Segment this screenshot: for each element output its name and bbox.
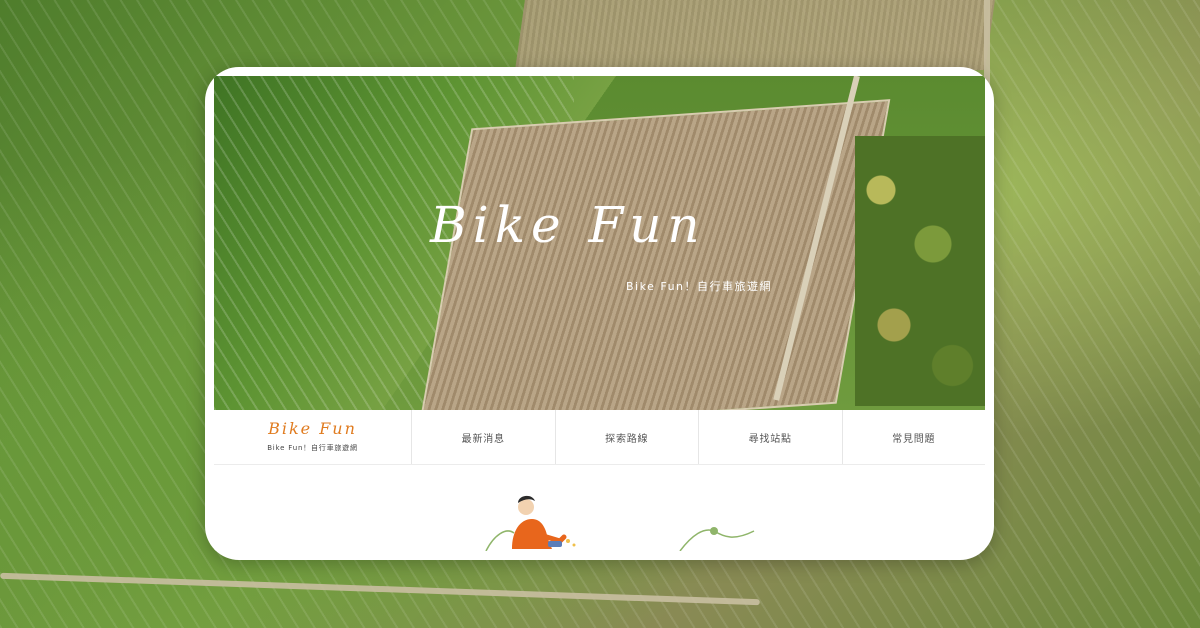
nav-brand[interactable]: Bike Fun Bike Fun！自行車旅遊網 xyxy=(214,410,412,464)
nav-brand-logo: Bike Fun xyxy=(268,419,357,438)
nav-item-explore-routes[interactable]: 探索路線 xyxy=(556,410,699,464)
illustration-canvas xyxy=(485,495,755,551)
green-swoosh-left xyxy=(485,530,515,551)
lower-illustration-area xyxy=(214,465,985,551)
hero-plowed-field xyxy=(417,99,891,410)
nav-item-find-stations[interactable]: 尋找站點 xyxy=(699,410,843,464)
hero-banner: Bike Fun Bike Fun！自行車旅遊網 xyxy=(214,76,985,410)
nav-item-faq[interactable]: 常見問題 xyxy=(843,410,986,464)
website-preview-card: Bike Fun Bike Fun！自行車旅遊網 Bike Fun Bike F… xyxy=(205,67,994,560)
nav-item-latest-news[interactable]: 最新消息 xyxy=(412,410,556,464)
background-plowed-field xyxy=(515,0,995,70)
hero-tagline: Bike Fun！自行車旅遊網 xyxy=(626,280,773,293)
hero-logo: Bike Fun xyxy=(430,196,706,254)
main-navigation: Bike Fun Bike Fun！自行車旅遊網 最新消息 探索路線 尋找站點 … xyxy=(214,410,985,465)
cyclist-icon xyxy=(512,495,576,549)
background-road xyxy=(0,572,760,606)
nav-brand-subtitle: Bike Fun！自行車旅遊網 xyxy=(267,444,358,452)
squiggle-dot xyxy=(710,527,718,535)
hero-tree-cluster xyxy=(855,136,985,406)
